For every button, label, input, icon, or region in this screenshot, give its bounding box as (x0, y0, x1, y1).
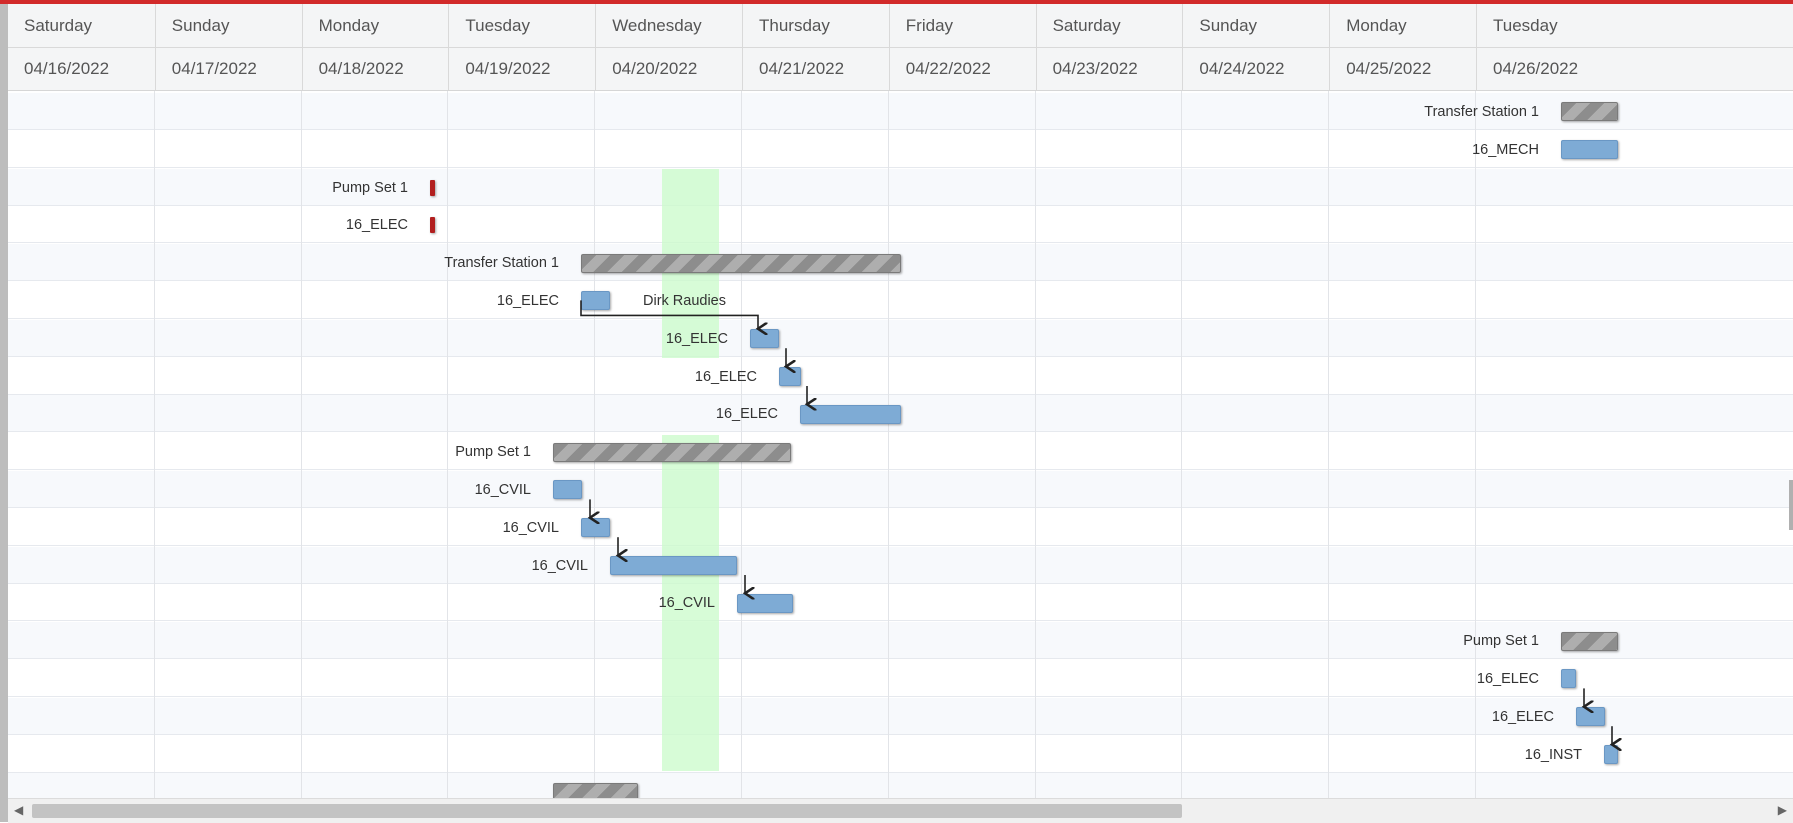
dependency-lines (580, 300, 1793, 798)
day-name-row: Saturday Sunday Monday Tuesday Wednesday Thur… (8, 4, 1793, 48)
scroll-left-icon[interactable]: ◀ (14, 803, 23, 817)
header-day-name: Saturday (1035, 4, 1183, 47)
dependency-arrow (580, 300, 758, 328)
header-date: 04/25/2022 (1329, 48, 1476, 90)
header-date: 04/24/2022 (1182, 48, 1329, 90)
header-date: 04/17/2022 (154, 48, 302, 90)
header-day-name: Sunday (154, 4, 302, 47)
left-splitter[interactable] (0, 4, 8, 822)
header-date: 04/26/2022 (1476, 48, 1623, 90)
header-day-name: Friday (888, 4, 1036, 47)
date-row: 04/16/2022 04/17/2022 04/18/2022 04/19/2022… (8, 48, 1793, 90)
header-day-name: Sunday (1182, 4, 1329, 47)
header-date: 04/21/2022 (742, 48, 889, 90)
horizontal-scrollbar[interactable]: ◀ ▶ (8, 798, 1793, 823)
summary-bar[interactable] (553, 783, 638, 798)
header-date: 04/16/2022 (24, 59, 110, 78)
gantt-chart-body[interactable]: Transfer Station 1 16_MECH Pump Set 1 16_EL… (8, 91, 1793, 798)
header-date: 04/18/2022 (301, 48, 449, 90)
header-day-name: Monday (1329, 4, 1476, 47)
timeline-header: Saturday Sunday Monday Tuesday Wednesday Thur… (8, 4, 1793, 91)
vertical-scrollbar-thumb[interactable] (1789, 480, 1793, 530)
header-date: 04/22/2022 (888, 48, 1036, 90)
header-day-name: Tuesday (1476, 4, 1623, 47)
header-date: 04/23/2022 (1035, 48, 1183, 90)
scrollbar-thumb[interactable] (32, 804, 1182, 818)
header-date: 04/19/2022 (448, 48, 595, 90)
header-day-name: Thursday (742, 4, 889, 47)
scroll-right-icon[interactable]: ▶ (1778, 803, 1787, 817)
header-day-name: Tuesday (448, 4, 595, 47)
header-day-name: Monday (301, 4, 449, 47)
header-day-name: Saturday (24, 15, 93, 35)
header-date: 04/20/2022 (595, 48, 742, 90)
header-day-name: Wednesday (595, 4, 742, 47)
